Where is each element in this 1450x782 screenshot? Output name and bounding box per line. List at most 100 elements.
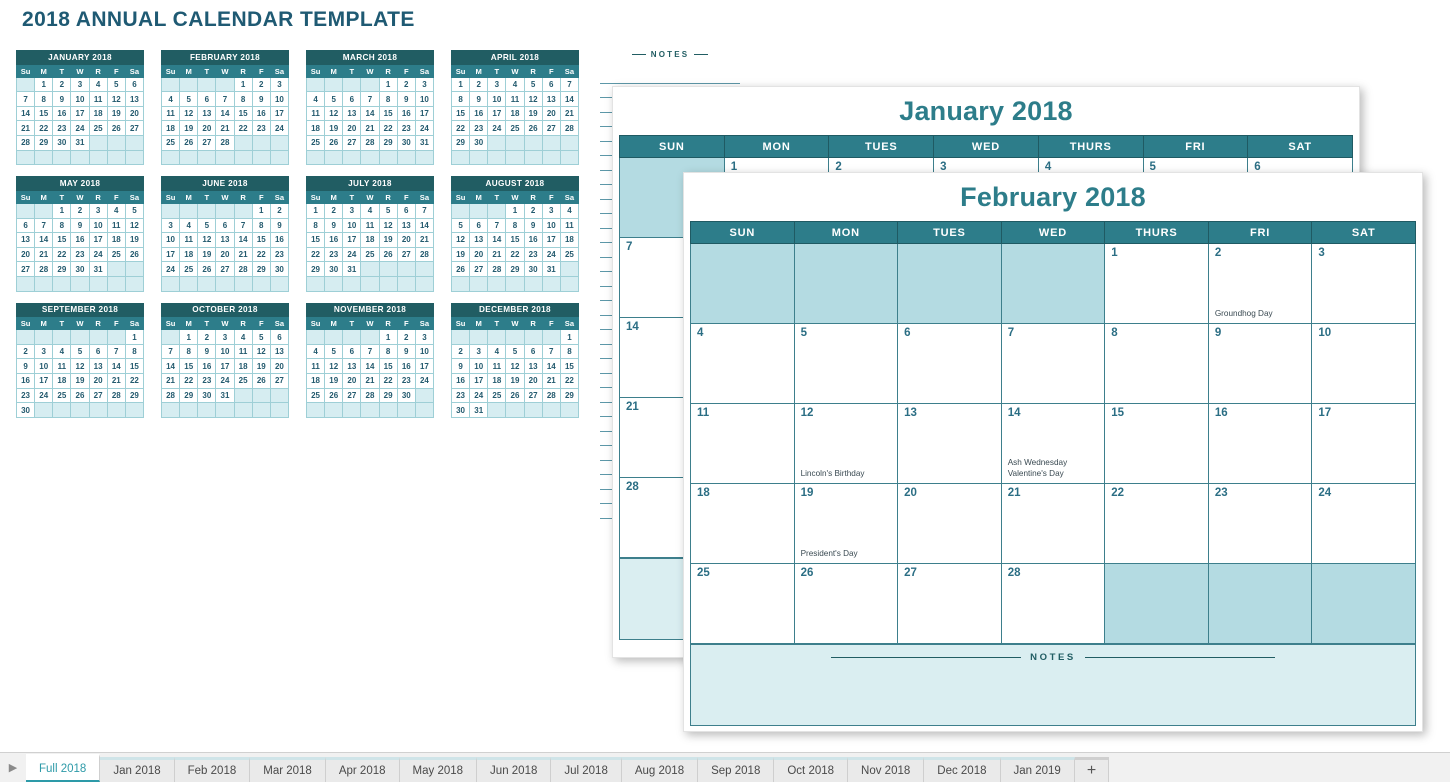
mini-day-cell[interactable]: 3 [269, 76, 290, 93]
mini-day-cell[interactable]: 4 [305, 343, 326, 360]
mini-day-cell[interactable]: 13 [269, 343, 290, 360]
mini-day-cell[interactable]: 16 [450, 373, 471, 389]
day-cell[interactable]: 11 [690, 403, 795, 484]
mini-day-cell[interactable]: 2 [251, 76, 271, 93]
mini-day-cell[interactable]: 12 [324, 358, 344, 375]
mini-day-cell[interactable]: 7 [487, 217, 507, 234]
mini-day-cell[interactable]: 7 [34, 217, 54, 234]
mini-day-cell[interactable]: 6 [88, 343, 108, 360]
day-cell[interactable]: 19 President's Day [793, 483, 899, 564]
mini-day-cell[interactable]: 10 [215, 343, 235, 360]
mini-day-cell[interactable]: 3 [414, 329, 435, 345]
mini-day-cell[interactable]: 28 [215, 135, 235, 151]
mini-day-cell[interactable]: 25 [233, 373, 253, 389]
mini-day-cell[interactable]: 23 [70, 246, 90, 263]
mini-calendar[interactable]: AUGUST 2018 Su M T W R F Sa 1 2 3 4 5 6 7 8 9 10 11 12 13 14 1… [450, 176, 580, 292]
mini-day-cell[interactable]: 10 [541, 217, 561, 234]
mini-day-cell[interactable]: 11 [559, 217, 580, 234]
mini-day-cell[interactable]: 3 [541, 202, 561, 219]
mini-day-cell[interactable]: 6 [396, 202, 416, 219]
day-cell[interactable]: 10 [1311, 323, 1416, 404]
mini-day-cell[interactable]: 1 [378, 76, 398, 93]
mini-day-cell[interactable]: 29 [559, 387, 580, 404]
mini-day-cell[interactable]: 18 [179, 246, 199, 263]
mini-day-cell[interactable]: 21 [160, 373, 181, 389]
mini-day-cell[interactable]: 23 [197, 373, 217, 389]
mini-day-cell[interactable]: 11 [305, 358, 326, 375]
mini-day-cell[interactable]: 9 [469, 91, 489, 107]
mini-day-cell[interactable]: 21 [487, 246, 507, 263]
mini-day-cell[interactable]: 2 [396, 329, 416, 345]
mini-day-cell[interactable]: 21 [360, 120, 380, 137]
mini-day-cell[interactable]: 13 [523, 358, 543, 375]
mini-day-cell[interactable]: 16 [396, 358, 416, 375]
mini-day-cell[interactable]: 11 [305, 105, 326, 122]
mini-day-cell[interactable]: 18 [52, 373, 72, 389]
mini-day-cell[interactable]: 16 [70, 232, 90, 248]
mini-day-cell[interactable]: 27 [88, 387, 108, 404]
mini-day-cell[interactable]: 19 [179, 120, 199, 137]
mini-day-cell[interactable]: 4 [487, 343, 507, 360]
mini-day-cell[interactable]: 14 [233, 232, 253, 248]
mini-day-cell[interactable]: 11 [88, 91, 108, 107]
mini-day-cell[interactable]: 20 [88, 373, 108, 389]
mini-day-cell[interactable]: 16 [324, 232, 344, 248]
mini-day-cell[interactable]: 6 [342, 91, 362, 107]
sheet-tab-bar[interactable]: ▶ Full 2018 Jan 2018 Feb 2018 Mar 2018 Apr 2… [0, 752, 1450, 782]
mini-day-cell[interactable]: 28 [106, 387, 126, 404]
mini-day-cell[interactable]: 7 [160, 343, 181, 360]
mini-day-cell[interactable]: 22 [450, 120, 471, 137]
mini-day-cell[interactable]: 25 [505, 120, 525, 137]
day-cell[interactable]: 5 [793, 323, 899, 404]
mini-day-cell[interactable]: 26 [378, 246, 398, 263]
mini-day-cell[interactable]: 7 [541, 343, 561, 360]
sheet-tab-jan-2018[interactable]: Jan 2018 [100, 757, 175, 782]
mini-day-cell[interactable]: 20 [541, 105, 561, 122]
mini-day-cell[interactable]: 3 [160, 217, 181, 234]
mini-day-cell[interactable]: 2 [70, 202, 90, 219]
day-event-text[interactable]: Ash Wednesday Valentine's Day [1008, 457, 1101, 479]
mini-day-cell[interactable]: 20 [124, 105, 145, 122]
mini-day-cell[interactable]: 12 [179, 105, 199, 122]
mini-day-cell[interactable]: 5 [179, 91, 199, 107]
mini-day-cell[interactable]: 16 [396, 105, 416, 122]
mini-day-cell[interactable]: 30 [396, 135, 416, 151]
mini-day-cell[interactable]: 11 [179, 232, 199, 248]
mini-day-cell[interactable]: 25 [88, 120, 108, 137]
sheet-tab-may-2018[interactable]: May 2018 [399, 757, 478, 782]
mini-day-cell[interactable]: 15 [251, 232, 271, 248]
mini-day-cell[interactable]: 4 [106, 202, 126, 219]
mini-day-cell[interactable]: 30 [324, 261, 344, 277]
sheet-tab-oct-2018[interactable]: Oct 2018 [774, 757, 849, 782]
mini-day-cell[interactable]: 18 [360, 232, 380, 248]
day-cell[interactable]: 17 [1311, 403, 1416, 484]
mini-day-cell[interactable]: 26 [251, 373, 271, 389]
mini-day-cell[interactable]: 16 [52, 105, 72, 122]
mini-day-cell[interactable]: 21 [215, 120, 235, 137]
mini-day-cell[interactable]: 23 [469, 120, 489, 137]
mini-day-cell[interactable]: 8 [378, 91, 398, 107]
day-event-text[interactable]: Lincoln's Birthday [801, 468, 894, 479]
mini-day-cell[interactable]: 18 [487, 373, 507, 389]
mini-day-cell[interactable]: 18 [505, 105, 525, 122]
mini-day-cell[interactable]: 2 [396, 76, 416, 93]
mini-day-cell[interactable]: 22 [559, 373, 580, 389]
mini-day-cell[interactable]: 8 [505, 217, 525, 234]
mini-day-cell[interactable]: 10 [160, 232, 181, 248]
mini-day-cell[interactable]: 29 [378, 135, 398, 151]
mini-day-cell[interactable]: 31 [88, 261, 108, 277]
mini-day-cell[interactable]: 30 [70, 261, 90, 277]
mini-calendar[interactable]: OCTOBER 2018 Su M T W R F Sa 1 2 3 4 5 6 7 8 9 10 11 12 13 14… [160, 302, 290, 418]
mini-day-cell[interactable]: 2 [15, 343, 36, 360]
sheet-tab-nov-2018[interactable]: Nov 2018 [848, 757, 925, 782]
mini-day-cell[interactable]: 9 [15, 358, 36, 375]
mini-day-cell[interactable]: 8 [233, 91, 253, 107]
mini-day-cell[interactable]: 4 [160, 91, 181, 107]
mini-day-cell[interactable]: 17 [70, 105, 90, 122]
mini-day-cell[interactable]: 23 [450, 387, 471, 404]
mini-day-cell[interactable]: 22 [34, 120, 54, 137]
mini-day-cell[interactable]: 26 [70, 387, 90, 404]
february-sheet-window[interactable]: February 2018 SUN MON TUES WED THURS FRI SAT 1 2 G… [683, 172, 1423, 732]
mini-day-cell[interactable]: 5 [197, 217, 217, 234]
mini-day-cell[interactable]: 15 [233, 105, 253, 122]
